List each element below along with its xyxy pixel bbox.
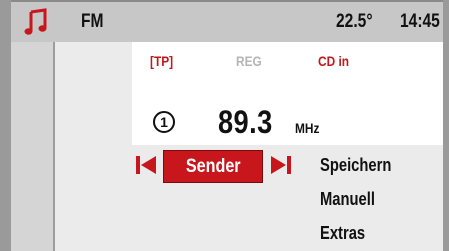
cd-status-indicator: CD in: [318, 53, 350, 69]
menu-item-manuell[interactable]: Manuell: [320, 189, 375, 210]
left-sidebar: [11, 42, 53, 251]
station-display: [132, 42, 443, 145]
sender-button-label: Sender: [185, 156, 241, 177]
band-label: FM: [81, 11, 104, 32]
radio-screen: FM 22.5° 14:45 [TP] REG CD in 1 89.3 MHz…: [0, 0, 449, 251]
menu-item-speichern[interactable]: Speichern: [320, 155, 391, 176]
menu-item-extras[interactable]: Extras: [320, 223, 365, 244]
music-note-icon: [24, 8, 47, 35]
skip-previous-icon[interactable]: [135, 155, 157, 175]
preset-number-badge: 1: [153, 111, 175, 133]
status-bar: [11, 0, 443, 42]
sender-button[interactable]: Sender: [163, 150, 263, 183]
frequency-value: 89.3: [218, 104, 273, 140]
screen-frame-right: [443, 0, 449, 251]
clock: 14:45: [400, 11, 440, 32]
frequency-unit: MHz: [295, 120, 320, 136]
skip-next-icon[interactable]: [270, 155, 292, 175]
left-panel: [55, 42, 132, 145]
screen-frame-left: [0, 0, 11, 251]
temperature-readout: 22.5°: [336, 11, 373, 32]
reg-indicator: REG: [236, 53, 262, 69]
tp-indicator: [TP]: [150, 53, 174, 69]
